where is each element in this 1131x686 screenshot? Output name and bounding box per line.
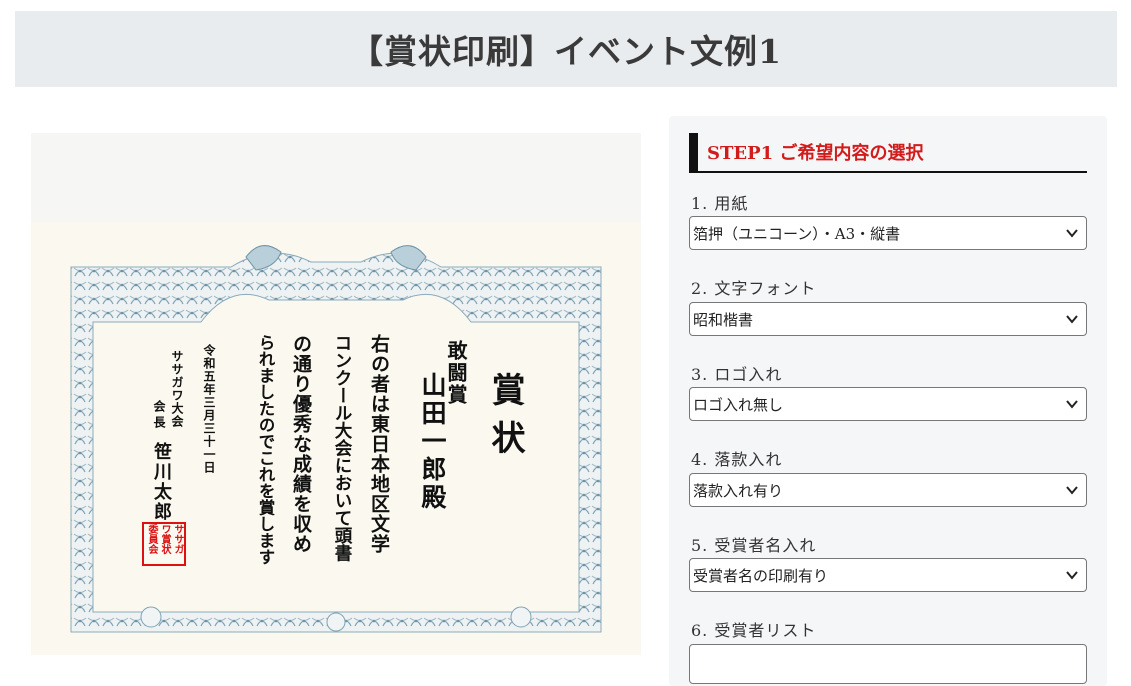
font-select-value: 昭和楷書 <box>693 310 754 329</box>
chevron-down-icon <box>1066 229 1078 238</box>
certificate-body-line: られましたのでこれを賞します <box>256 334 275 565</box>
certificate-body-line: の通り優秀な成績を収め <box>290 334 312 554</box>
font-label: 2. 文字フォント <box>691 279 817 298</box>
page-title-bar: 【賞状印刷】イベント文例1 <box>15 11 1117 87</box>
certificate-signer-name: 笹川太郎 <box>151 442 172 522</box>
certificate-signer-title: 会長 <box>152 400 166 432</box>
recipient-name-select-value: 受賞者名の印刷有り <box>693 566 829 585</box>
paper-select[interactable]: 箔押（ユニコーン）・A3・縦書 <box>689 216 1087 250</box>
logo-select[interactable]: ロゴ入れ無し <box>689 387 1087 421</box>
chevron-down-icon <box>1066 400 1078 409</box>
certificate-image: 賞状 敢闘賞 山田一郎殿 右の者は東日本地区文学 コンクール大会において頭書 の… <box>31 222 641 655</box>
page-title: 【賞状印刷】イベント文例1 <box>350 32 782 71</box>
step-title: STEP1 ご希望内容の選択 <box>707 143 924 164</box>
recipient-list-label: 6. 受賞者リスト <box>691 621 817 640</box>
certificate-body-line: コンクール大会において頭書 <box>332 334 352 562</box>
chevron-down-icon <box>1066 571 1078 580</box>
red-seal-stamp: ササガ ワ賞状 委員会 <box>142 522 186 566</box>
paper-select-value: 箔押（ユニコーン）・A3・縦書 <box>693 224 901 243</box>
logo-select-value: ロゴ入れ無し <box>693 395 784 414</box>
seal-label: 4. 落款入れ <box>691 450 783 469</box>
recipient-name-select[interactable]: 受賞者名の印刷有り <box>689 558 1087 592</box>
paper-label: 1. 用紙 <box>691 194 749 213</box>
certificate-body-line: 右の者は東日本地区文学 <box>368 334 390 554</box>
certificate-heading: 賞状 <box>485 372 525 468</box>
seal-select-value: 落款入れ有り <box>693 481 784 500</box>
chevron-down-icon <box>1066 486 1078 495</box>
font-select[interactable]: 昭和楷書 <box>689 302 1087 336</box>
seal-select[interactable]: 落款入れ有り <box>689 473 1087 507</box>
recipient-name-label: 5. 受賞者名入れ <box>691 536 817 555</box>
certificate-recipient: 山田一郎殿 <box>418 372 447 512</box>
certificate-org: ササガワ大会 <box>170 350 184 428</box>
recipient-list-textarea[interactable] <box>689 644 1087 684</box>
step-heading: STEP1 ご希望内容の選択 <box>689 133 1087 173</box>
chevron-down-icon <box>1066 315 1078 324</box>
logo-label: 3. ロゴ入れ <box>691 365 783 384</box>
certificate-date: 令和五年三月三十一日 <box>202 344 216 474</box>
